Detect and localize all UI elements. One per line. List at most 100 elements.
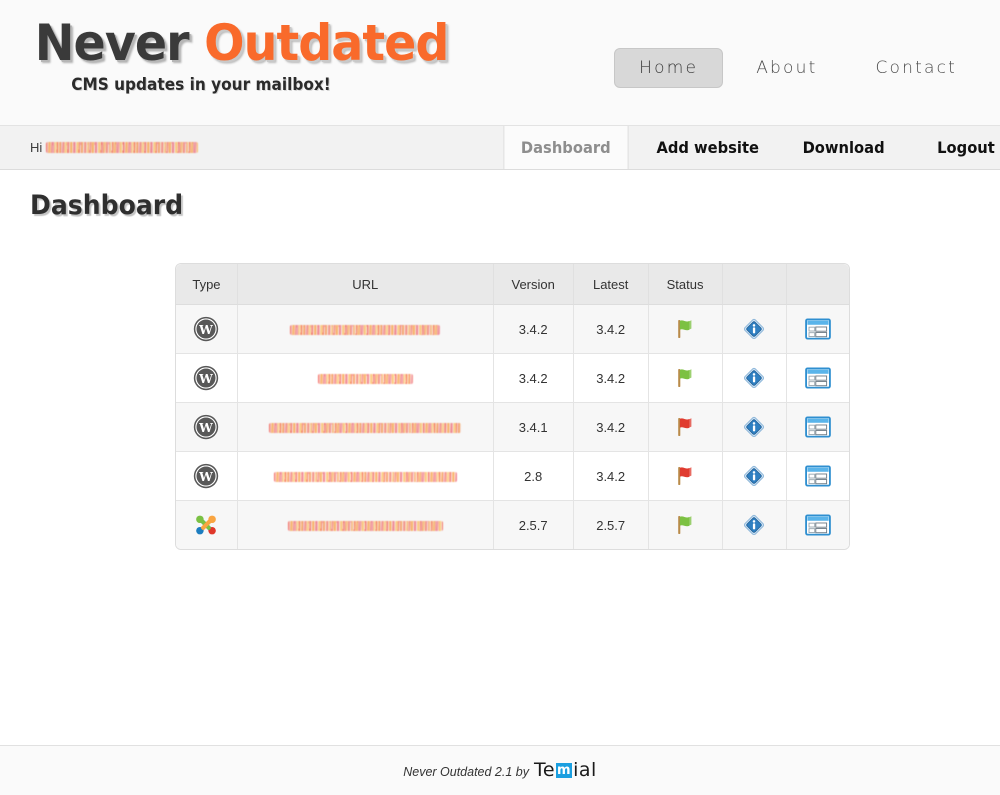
footer-brand-part2: ial <box>573 759 597 781</box>
info-icon[interactable] <box>742 415 766 439</box>
site-brand: Never Outdated CMS updates in your mailb… <box>26 14 450 94</box>
info-icon[interactable] <box>742 366 766 390</box>
details-window-icon[interactable] <box>805 318 831 340</box>
flag-green-icon[interactable] <box>673 366 697 390</box>
subnav-item-logout[interactable]: Logout <box>911 126 1000 169</box>
footer-brand-mark-icon: m <box>556 763 573 778</box>
svg-text:W: W <box>199 323 214 337</box>
footer-version-text: Never Outdated 2.1 by <box>403 765 529 779</box>
sites-table-body: W 3.4.2 3.4.2 W 3.4.2 3.4.2 W 3.4.1 3.4.2 W 2.8 3.4… <box>176 305 849 549</box>
site-header: Never Outdated CMS updates in your mailb… <box>0 0 1000 126</box>
cell-detail <box>786 354 849 403</box>
cell-status <box>648 501 723 549</box>
cell-status <box>648 403 723 452</box>
table-row: W 3.4.1 3.4.2 <box>176 403 849 452</box>
username-redacted <box>46 142 199 153</box>
details-window-icon[interactable] <box>805 367 831 389</box>
cell-status <box>648 354 723 403</box>
nav-item-contact[interactable]: Contact <box>850 48 982 88</box>
cell-url[interactable] <box>237 452 494 501</box>
url-redacted <box>287 521 443 532</box>
cell-type <box>176 501 238 549</box>
cell-detail <box>786 403 849 452</box>
cell-info <box>722 354 787 403</box>
cell-version: 3.4.2 <box>493 305 574 354</box>
page-title: Dashboard <box>30 190 184 221</box>
column-header-type: Type <box>176 264 238 305</box>
cell-detail <box>786 501 849 549</box>
page-title-wrap: Dashboard <box>0 170 1000 221</box>
svg-text:W: W <box>199 421 214 435</box>
flag-green-icon[interactable] <box>673 317 697 341</box>
flag-green-icon[interactable] <box>673 513 697 537</box>
table-row: W 3.4.2 3.4.2 <box>176 354 849 403</box>
cell-info <box>722 305 787 354</box>
details-window-icon[interactable] <box>805 416 831 438</box>
site-footer: Never Outdated 2.1 by Te m ial <box>0 745 1000 795</box>
cell-detail <box>786 305 849 354</box>
cell-type: W <box>176 354 238 403</box>
logo-text-outdated: Outdated <box>204 14 449 72</box>
info-icon[interactable] <box>742 464 766 488</box>
cell-version: 2.5.7 <box>493 501 574 549</box>
cell-version: 3.4.1 <box>493 403 574 452</box>
flag-red-icon[interactable] <box>673 464 697 488</box>
flag-red-icon[interactable] <box>673 415 697 439</box>
cell-status <box>648 452 723 501</box>
cell-type: W <box>176 305 238 354</box>
column-header-info <box>722 264 787 305</box>
user-bar: Hi Dashboard Add website Download Logout <box>0 126 1000 170</box>
cell-url[interactable] <box>237 403 494 452</box>
subnav-item-add-website[interactable]: Add website <box>639 126 775 169</box>
url-redacted <box>290 325 441 336</box>
column-header-latest: Latest <box>573 264 649 305</box>
logo-text-never: Never <box>34 14 190 72</box>
cell-type: W <box>176 452 238 501</box>
nav-item-home[interactable]: Home <box>614 48 724 88</box>
cell-info <box>722 501 787 549</box>
table-header-row: Type URL Version Latest Status <box>176 264 849 305</box>
details-window-icon[interactable] <box>805 465 831 487</box>
footer-brand-logo[interactable]: Te m ial <box>534 761 597 780</box>
wordpress-icon: W <box>193 463 219 489</box>
cell-info <box>722 452 787 501</box>
greeting-label: Hi <box>30 140 43 155</box>
cell-latest: 2.5.7 <box>573 501 649 549</box>
cell-latest: 3.4.2 <box>573 452 649 501</box>
cell-url[interactable] <box>237 354 494 403</box>
url-redacted <box>269 423 462 434</box>
wordpress-icon: W <box>193 316 219 342</box>
table-row: W 3.4.2 3.4.2 <box>176 305 849 354</box>
cell-version: 3.4.2 <box>493 354 574 403</box>
cell-version: 2.8 <box>493 452 574 501</box>
info-icon[interactable] <box>742 513 766 537</box>
sites-table-head: Type URL Version Latest Status <box>176 264 849 305</box>
site-tagline: CMS updates in your mailbox! <box>71 75 331 94</box>
primary-navigation: Home About Contact <box>614 48 982 88</box>
table-row: W 2.8 3.4.2 <box>176 452 849 501</box>
column-header-detail <box>786 264 849 305</box>
url-redacted <box>317 374 413 385</box>
cell-info <box>722 403 787 452</box>
cell-url[interactable] <box>237 305 494 354</box>
cell-status <box>648 305 723 354</box>
table-row: 2.5.7 2.5.7 <box>176 501 849 549</box>
wordpress-icon: W <box>193 414 219 440</box>
details-window-icon[interactable] <box>805 514 831 536</box>
column-header-url: URL <box>237 264 494 305</box>
secondary-navigation: Dashboard Add website Download Logout <box>498 126 1000 169</box>
subnav-item-dashboard[interactable]: Dashboard <box>503 126 629 169</box>
cell-latest: 3.4.2 <box>573 354 649 403</box>
svg-text:W: W <box>199 372 214 386</box>
sites-table: Type URL Version Latest Status W 3.4.2 3.4… <box>175 263 850 550</box>
cell-url[interactable] <box>237 501 494 549</box>
sites-table-container: Type URL Version Latest Status W 3.4.2 3.4… <box>175 263 850 550</box>
column-header-version: Version <box>493 264 574 305</box>
nav-item-about[interactable]: About <box>731 48 842 88</box>
subnav-item-download[interactable]: Download <box>786 126 901 169</box>
column-header-status: Status <box>648 264 723 305</box>
footer-brand-part1: Te <box>534 759 556 781</box>
cell-latest: 3.4.2 <box>573 403 649 452</box>
info-icon[interactable] <box>742 317 766 341</box>
cell-detail <box>786 452 849 501</box>
